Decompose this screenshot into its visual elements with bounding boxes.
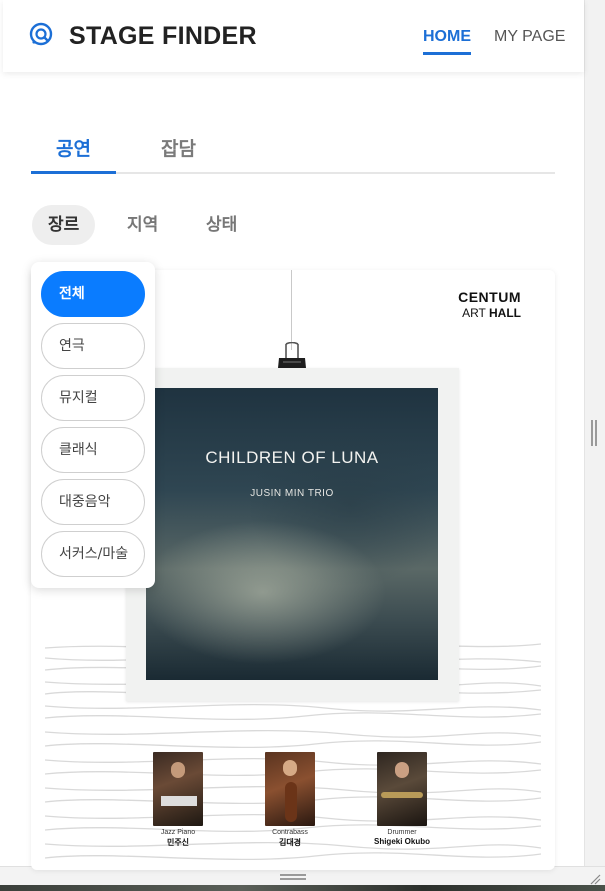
genre-option-classical[interactable]: 클래식 (41, 427, 145, 473)
genre-option-popular-music[interactable]: 대중음악 (41, 479, 145, 525)
member-name: Shigeki Okubo (373, 837, 430, 846)
venue-logo-subline: ART HALL (462, 306, 521, 320)
member-card: Contrabass 김대경 (250, 752, 330, 848)
venue-logo-hall: HALL (489, 306, 521, 320)
member-name: 김대경 (278, 838, 302, 847)
filter-region[interactable]: 지역 (111, 205, 174, 245)
genre-option-theater[interactable]: 연극 (41, 323, 145, 369)
poster-frame: CHILDREN OF LUNA JUSIN MIN TRIO (126, 368, 459, 701)
filter-genre[interactable]: 장르 (32, 205, 96, 245)
member-role: Jazz Piano (160, 829, 196, 836)
album-artwork: CHILDREN OF LUNA JUSIN MIN TRIO (146, 388, 438, 680)
hanging-string (291, 270, 292, 350)
poster-subtitle: JUSIN MIN TRIO (250, 488, 334, 499)
genre-option-musical[interactable]: 뮤지컬 (41, 375, 145, 421)
genre-option-all[interactable]: 전체 (41, 271, 145, 317)
genre-option-circus-magic[interactable]: 서커스/마술 (41, 531, 145, 577)
tab-chat[interactable]: 잡담 (136, 134, 221, 174)
member-name: 민주신 (166, 838, 190, 847)
splitter-grip-icon[interactable] (591, 420, 597, 446)
tab-performance[interactable]: 공연 (31, 134, 116, 174)
app-title[interactable]: STAGE FINDER (69, 22, 257, 51)
venue-logo: CENTUM (458, 289, 521, 305)
nav-home-link[interactable]: HOME (423, 28, 471, 55)
nav-my-page-link[interactable]: MY PAGE (494, 28, 565, 46)
member-card: Jazz Piano 민주신 (138, 752, 218, 848)
member-role: Drummer (387, 829, 417, 836)
member-photo-bass (265, 752, 315, 826)
search-ticket-icon[interactable] (29, 22, 55, 48)
resize-corner-icon[interactable] (589, 873, 601, 885)
member-card: Drummer Shigeki Okubo (362, 752, 442, 846)
app-header: STAGE FINDER HOME MY PAGE (3, 0, 584, 72)
genre-dropdown: 전체 연극 뮤지컬 클래식 대중음악 서커스/마술 (31, 262, 155, 588)
venue-logo-art: ART (462, 306, 486, 320)
poster-title: CHILDREN OF LUNA (205, 448, 379, 467)
background-strip (0, 885, 605, 891)
member-photo-piano (153, 752, 203, 826)
filter-status[interactable]: 상태 (190, 205, 253, 245)
splitter-handle-icon[interactable] (280, 874, 306, 880)
main-tabs: 공연 잡담 (31, 130, 555, 174)
member-photo-drums (377, 752, 427, 826)
member-role: Contrabass (272, 829, 308, 836)
